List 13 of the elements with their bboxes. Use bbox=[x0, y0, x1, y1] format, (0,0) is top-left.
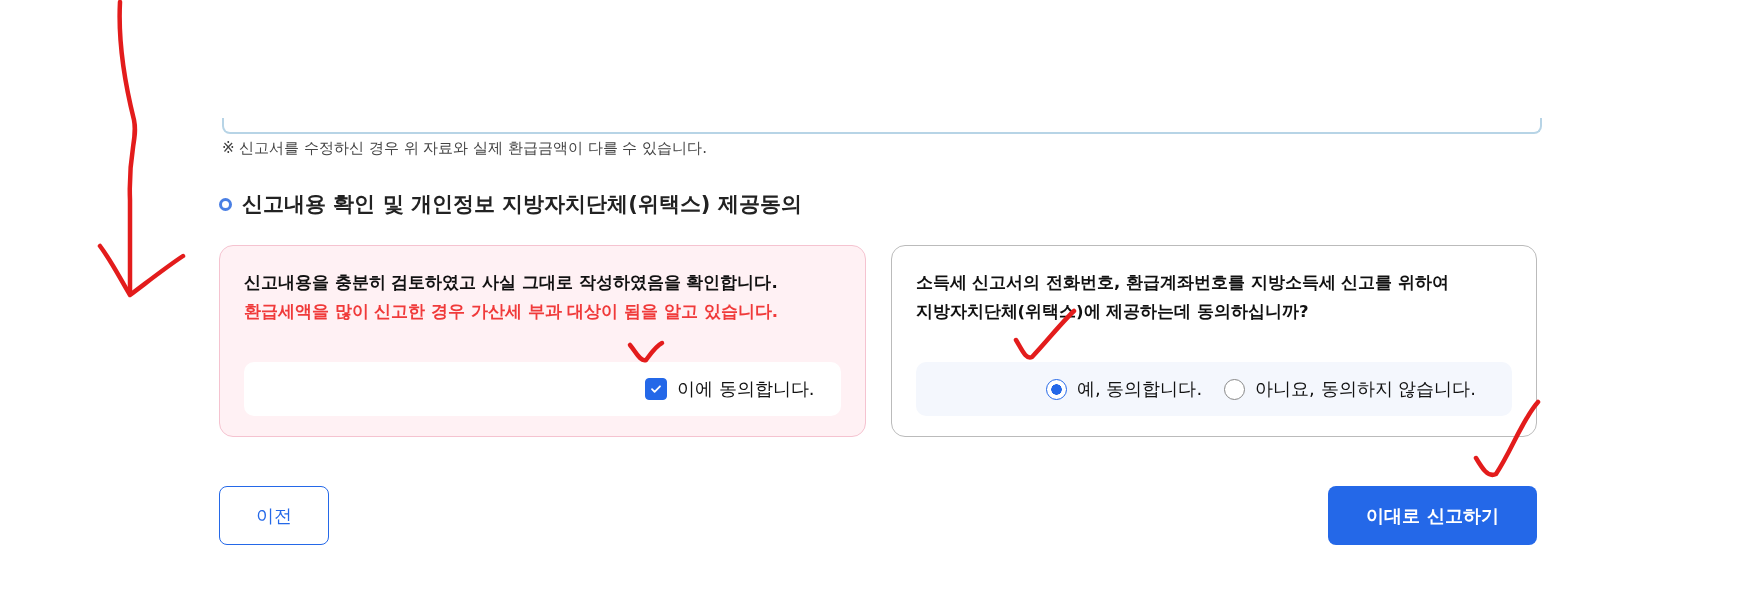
consent-question: 소득세 신고서의 전화번호, 환급계좌번호를 지방소득세 신고를 위하여 bbox=[915, 272, 1451, 294]
radio-option[interactable]: 예, 동의합니다. bbox=[1045, 377, 1203, 401]
submit-button[interactable]: 이대로 신고하기 bbox=[1328, 486, 1537, 545]
consent-question: 지방자치단체(위택스)에 제공하는데 동의하십니까? bbox=[915, 301, 1310, 323]
agree-checkbox[interactable]: 이에 동의합니다. bbox=[645, 377, 815, 401]
previous-button[interactable]: 이전 bbox=[219, 486, 329, 545]
warning-text: 환급세액을 많이 신고한 경우 가산세 부과 대상이 됨을 알고 있습니다. bbox=[244, 301, 779, 323]
section-title: 신고내용 확인 및 개인정보 지방자치단체(위택스) 제공동의 bbox=[242, 191, 802, 218]
confirm-text: 신고내용을 충분히 검토하였고 사실 그대로 작성하였음을 확인합니다. bbox=[244, 272, 779, 294]
radio-option[interactable]: 아니요, 동의하지 않습니다. bbox=[1224, 377, 1476, 401]
bullet-icon bbox=[219, 197, 232, 211]
check-mark-drawing bbox=[627, 340, 665, 363]
note-text: ※ 신고서를 수정하신 경우 위 자료와 실제 환급금액이 다를 수 있습니다. bbox=[222, 139, 708, 158]
